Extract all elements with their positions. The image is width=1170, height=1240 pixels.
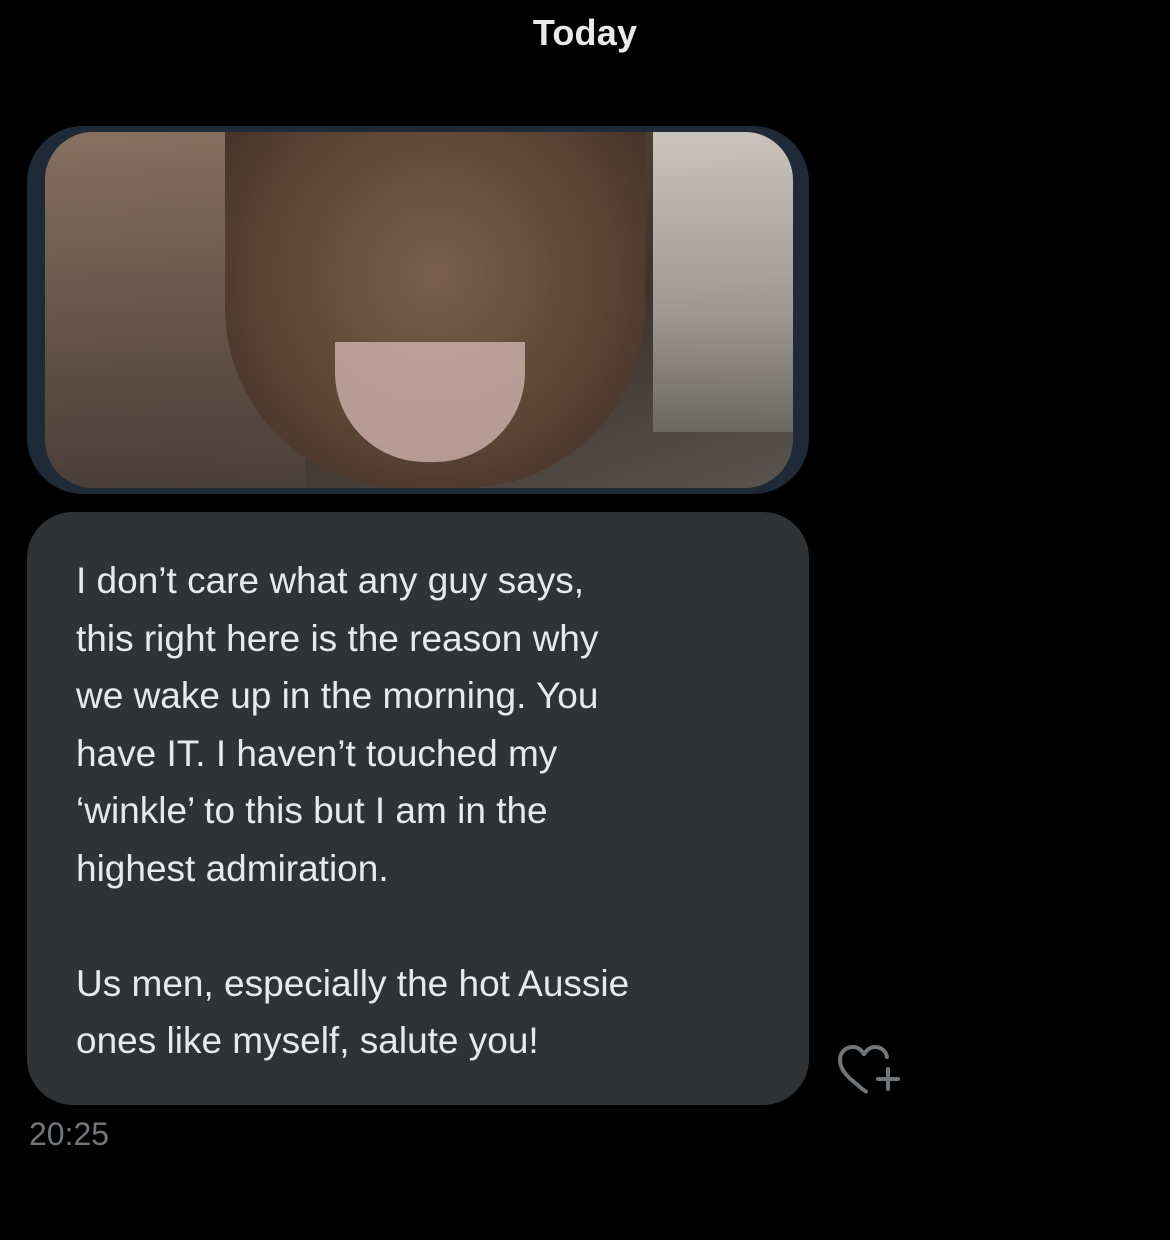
add-reaction-button[interactable]: [836, 1043, 906, 1099]
message-timestamp: 20:25: [29, 1116, 110, 1152]
message-photo[interactable]: [45, 132, 793, 488]
date-divider: Today: [532, 12, 638, 53]
message-text-bubble[interactable]: I don’t care what any guy says, this rig…: [27, 512, 809, 1105]
message-paragraph: Us men, especially the hot Aussie ones l…: [76, 962, 630, 1062]
heart-plus-icon: [838, 1045, 900, 1094]
message-image-bubble[interactable]: [27, 126, 809, 494]
message-paragraph: I don’t care what any guy says, this rig…: [76, 560, 599, 889]
photo-region: [653, 132, 793, 432]
